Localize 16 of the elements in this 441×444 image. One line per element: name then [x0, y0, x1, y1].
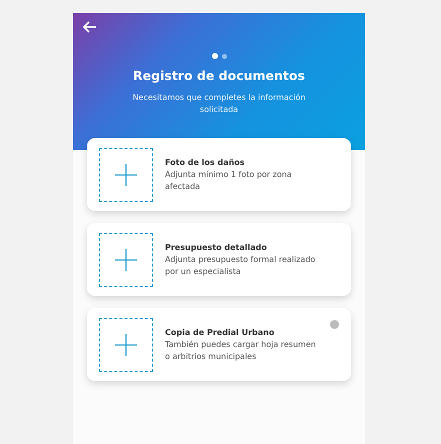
upload-button[interactable] — [99, 148, 153, 202]
plus-icon — [115, 248, 137, 270]
info-icon[interactable] — [330, 320, 339, 329]
document-description: Adjunta mínimo 1 foto por zona afectada — [165, 168, 293, 192]
upload-button[interactable] — [99, 318, 153, 372]
page-title: Registro de documentos — [132, 67, 306, 85]
document-title: Copia de Predial Urbano — [165, 326, 276, 339]
upload-button[interactable] — [99, 232, 153, 286]
back-arrow-icon[interactable] — [83, 21, 97, 33]
plus-icon — [115, 334, 137, 356]
document-title: Foto de los daños — [165, 156, 246, 169]
plus-icon — [115, 164, 137, 186]
page-subtitle: Necesitamos que completes la información solicitada — [132, 92, 306, 116]
document-description: Adjunta presupuesto formal realizado por un especialista — [165, 254, 316, 278]
document-description: También puedes cargar hoja resumen o arbitrios municipales — [165, 338, 317, 362]
document-title: Presupuesto detallado — [165, 242, 268, 254]
